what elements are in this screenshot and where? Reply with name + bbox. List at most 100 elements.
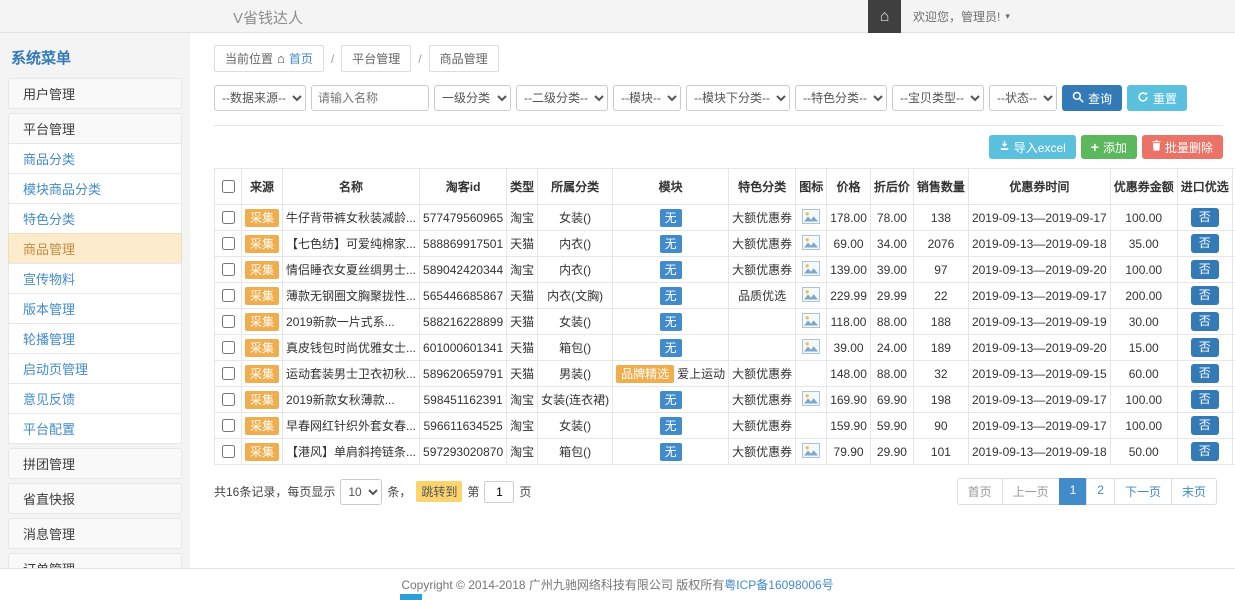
icp-link[interactable]: 粤ICP备16098006号 xyxy=(724,576,833,593)
filter-select-3[interactable]: --二级分类-- xyxy=(516,85,608,111)
user-menu[interactable]: 欢迎您，管理员! ▾ xyxy=(901,8,1024,25)
taoke-id: 588869917501 xyxy=(420,231,507,257)
feature-category xyxy=(729,335,796,361)
row-checkbox[interactable] xyxy=(222,237,235,250)
module-cell: 无 xyxy=(613,413,729,439)
imported-toggle[interactable]: 否 xyxy=(1191,338,1219,357)
module-badge: 无 xyxy=(660,235,682,253)
coupon-amount: 60.00 xyxy=(1110,361,1177,387)
taoke-id: 589620659791 xyxy=(420,361,507,387)
filter-select-4[interactable]: --模块-- xyxy=(613,85,681,111)
sidebar-item-15[interactable]: 订单管理 xyxy=(8,553,182,568)
platform-type: 天猫 xyxy=(507,231,538,257)
row-checkbox[interactable] xyxy=(222,211,235,224)
row-checkbox[interactable] xyxy=(222,393,235,406)
home-button[interactable]: ⌂ xyxy=(868,0,901,33)
page-btn-last[interactable]: 末页 xyxy=(1171,478,1217,505)
sidebar-item-9[interactable]: 启动页管理 xyxy=(8,353,182,384)
imported-toggle[interactable]: 否 xyxy=(1191,234,1219,253)
page-btn-first[interactable]: 首页 xyxy=(957,478,1003,505)
page-btn-page-1[interactable]: 1 xyxy=(1059,478,1088,505)
coupon-amount: 100.00 xyxy=(1110,257,1177,283)
row-checkbox[interactable] xyxy=(222,419,235,432)
row-checkbox[interactable] xyxy=(222,263,235,276)
filter-select-0[interactable]: --数据来源-- xyxy=(214,85,306,111)
breadcrumb-item-platform[interactable]: 平台管理 xyxy=(341,45,411,72)
sidebar-item-1[interactable]: 平台管理 xyxy=(8,113,182,144)
breadcrumb-item-goods[interactable]: 商品管理 xyxy=(429,45,499,72)
add-button[interactable]: + 添加 xyxy=(1081,135,1137,159)
imported-toggle[interactable]: 否 xyxy=(1191,442,1219,461)
filter-select-7[interactable]: --宝贝类型-- xyxy=(892,85,984,111)
row-checkbox[interactable] xyxy=(222,315,235,328)
row-checkbox[interactable] xyxy=(222,367,235,380)
table-row: 采集【七色纺】可爱纯棉家...588869917501天猫内衣()无大额优惠券6… xyxy=(215,231,1235,257)
discount-price: 29.90 xyxy=(870,439,913,465)
page-btn-page-2[interactable]: 2 xyxy=(1086,478,1115,505)
sales-count: 2076 xyxy=(913,231,968,257)
sidebar-item-11[interactable]: 平台配置 xyxy=(8,413,182,444)
filter-name-input[interactable] xyxy=(311,85,429,111)
price: 69.00 xyxy=(827,231,871,257)
reset-button[interactable]: 重置 xyxy=(1127,85,1187,111)
coupon-amount: 200.00 xyxy=(1110,283,1177,309)
plus-icon: + xyxy=(1091,140,1099,154)
sidebar-item-2[interactable]: 商品分类 xyxy=(8,143,182,174)
source-cell: 采集 xyxy=(242,439,283,465)
row-checkbox[interactable] xyxy=(222,289,235,302)
row-select-cell xyxy=(215,283,242,309)
row-checkbox[interactable] xyxy=(222,341,235,354)
search-button[interactable]: 查询 xyxy=(1062,85,1122,111)
imported-toggle[interactable]: 否 xyxy=(1191,286,1219,305)
sidebar-item-12[interactable]: 拼团管理 xyxy=(8,448,182,479)
feature-category: 大额优惠券 xyxy=(729,361,796,387)
filter-select-8[interactable]: --状态-- xyxy=(989,85,1057,111)
row-checkbox[interactable] xyxy=(222,445,235,458)
filter-select-6[interactable]: --特色分类-- xyxy=(795,85,887,111)
batch-delete-button[interactable]: 批量删除 xyxy=(1142,135,1223,159)
page-btn-prev[interactable]: 上一页 xyxy=(1002,478,1060,505)
page-btn-next[interactable]: 下一页 xyxy=(1114,478,1172,505)
price: 148.00 xyxy=(827,361,871,387)
breadcrumb: 当前位置 ⌂ 首页 / 平台管理 / 商品管理 xyxy=(214,45,1223,72)
breadcrumb-prefix: 当前位置 xyxy=(225,50,273,67)
icon-cell xyxy=(796,335,827,361)
imported-toggle[interactable]: 否 xyxy=(1191,260,1219,279)
jump-button[interactable]: 跳转到 xyxy=(416,481,462,502)
sidebar-item-14[interactable]: 消息管理 xyxy=(8,518,182,549)
platform-type: 淘宝 xyxy=(507,387,538,413)
taoke-id: 597293020870 xyxy=(420,439,507,465)
sidebar-item-10[interactable]: 意见反馈 xyxy=(8,383,182,414)
sidebar-item-6[interactable]: 宣传物料 xyxy=(8,263,182,294)
select-all-checkbox[interactable] xyxy=(222,180,235,193)
imported-toggle[interactable]: 否 xyxy=(1191,208,1219,227)
import-excel-button[interactable]: 导入excel xyxy=(989,135,1076,159)
imported-cell: 否 xyxy=(1177,231,1232,257)
table-row: 采集早春网红针织外套女春...596611634525淘宝女装()无大额优惠券1… xyxy=(215,413,1235,439)
taoke-id: 596611634525 xyxy=(420,413,507,439)
imported-toggle[interactable]: 否 xyxy=(1191,312,1219,331)
sidebar-item-13[interactable]: 省直快报 xyxy=(8,483,182,514)
filter-select-2[interactable]: 一级分类 xyxy=(434,85,511,111)
page-size-select[interactable]: 10 xyxy=(340,479,382,505)
sidebar-item-0[interactable]: 用户管理 xyxy=(8,78,182,109)
sidebar-item-8[interactable]: 轮播管理 xyxy=(8,323,182,354)
trash-icon xyxy=(1152,140,1161,154)
breadcrumb-separator: / xyxy=(418,52,421,66)
category: 内衣(文胸) xyxy=(538,283,613,309)
sidebar-item-5[interactable]: 商品管理 xyxy=(8,233,182,264)
imported-toggle[interactable]: 否 xyxy=(1191,390,1219,409)
coupon-time: 2019-09-13—2019-09-19 xyxy=(968,309,1110,335)
page-number-input[interactable] xyxy=(484,481,514,503)
category: 箱包() xyxy=(538,439,613,465)
imported-toggle[interactable]: 否 xyxy=(1191,364,1219,383)
sidebar-item-3[interactable]: 模块商品分类 xyxy=(8,173,182,204)
platform-type: 天猫 xyxy=(507,283,538,309)
sidebar-item-7[interactable]: 版本管理 xyxy=(8,293,182,324)
source-badge: 采集 xyxy=(245,287,279,305)
column-header-6: 特色分类 xyxy=(729,169,796,205)
breadcrumb-home-link[interactable]: 首页 xyxy=(289,50,313,67)
filter-select-5[interactable]: --模块下分类-- xyxy=(686,85,790,111)
sidebar-item-4[interactable]: 特色分类 xyxy=(8,203,182,234)
imported-toggle[interactable]: 否 xyxy=(1191,416,1219,435)
